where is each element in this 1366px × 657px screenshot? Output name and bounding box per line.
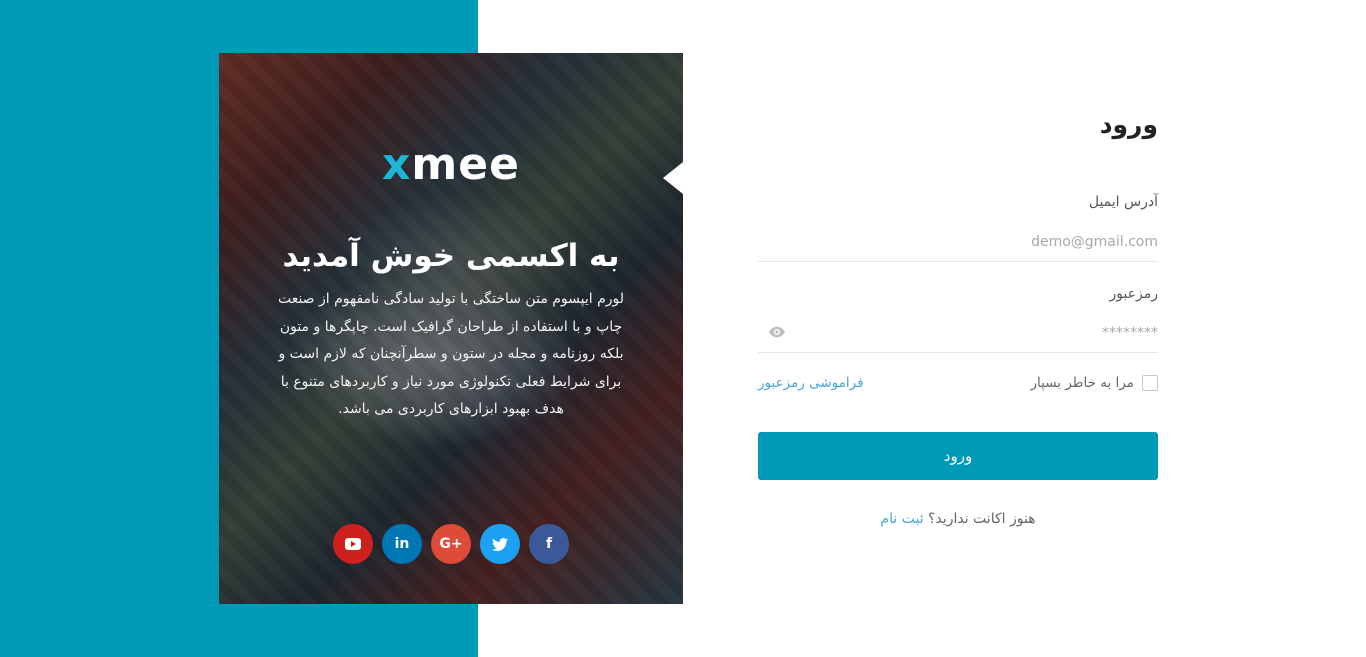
welcome-card: xmee به اکسمی خوش آمدید لورم ایپسوم متن …	[219, 53, 683, 604]
email-label: آدرس ایمیل	[1088, 194, 1158, 210]
remember-checkbox[interactable]	[1142, 375, 1158, 391]
youtube-icon[interactable]	[333, 524, 373, 564]
login-button[interactable]: ورود	[758, 432, 1158, 480]
login-title: ورود	[1099, 110, 1158, 139]
welcome-heading: به اکسمی خوش آمدید	[282, 238, 620, 274]
remember-label: مرا به خاطر بسپار	[1030, 375, 1134, 391]
google-plus-icon[interactable]: G+	[431, 524, 471, 564]
eye-icon[interactable]	[768, 323, 786, 341]
password-label: رمزعبور	[1109, 286, 1158, 302]
email-field-wrapper	[758, 222, 1158, 262]
welcome-description: لورم ایپسوم متن ساختگی با تولید سادگی نا…	[277, 291, 625, 417]
forgot-password-link[interactable]: فراموشی رمزعبور	[758, 373, 864, 393]
remember-me[interactable]: مرا به خاطر بسپار	[1031, 373, 1158, 393]
twitter-icon[interactable]	[480, 524, 520, 564]
login-form: ورود آدرس ایمیل رمزعبور مرا به خاطر بسپا…	[758, 0, 1158, 657]
xmee-logo: xmee	[382, 139, 520, 190]
email-input[interactable]	[758, 222, 1158, 261]
linkedin-icon[interactable]: in	[382, 524, 422, 564]
card-pointer	[663, 162, 683, 194]
password-field-wrapper	[758, 313, 1158, 353]
password-input[interactable]	[758, 313, 1158, 352]
signup-prompt: هنوز اکانت ندارید؟	[928, 511, 1036, 527]
social-links: in G+ f	[219, 524, 683, 564]
signup-row: هنوز اکانت ندارید؟ ثبت نام	[758, 509, 1158, 529]
facebook-icon[interactable]: f	[529, 524, 569, 564]
signup-link[interactable]: ثبت نام	[880, 511, 923, 527]
